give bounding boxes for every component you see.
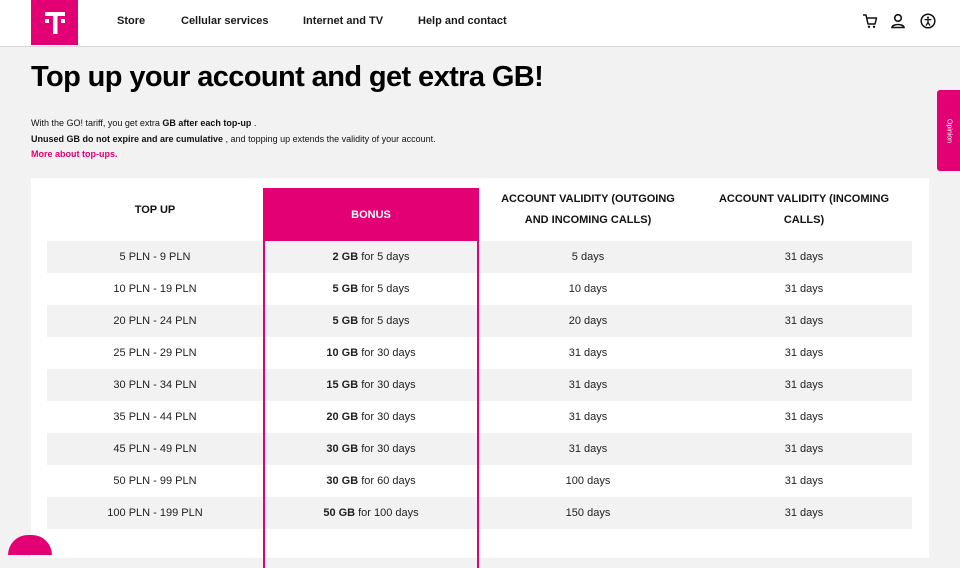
cell-validity-outgoing: 20 days [568, 315, 608, 327]
header-text: CALLS) [783, 214, 825, 226]
cell-validity-outgoing: 31 days [568, 411, 608, 423]
header-top-up: TOP UP [134, 203, 176, 216]
table-row: 5 PLN - 9 PLN 2 GB for 5 days 5 days 31 days [47, 241, 912, 273]
intro-emphasis: GB after each top-up [162, 118, 252, 128]
t-logo-icon [44, 11, 65, 34]
cell-validity-outgoing: 10 days [568, 283, 608, 295]
cell-validity-outgoing: 5 days [571, 251, 605, 263]
cell-validity-incoming: 31 days [784, 443, 824, 455]
cell-top-up: 20 PLN - 24 PLN [113, 315, 197, 327]
accessibility-icon[interactable] [920, 13, 936, 29]
nav-internet-and-tv[interactable]: Internet and TV [303, 15, 383, 27]
intro-emphasis: Unused GB do not expire and are cumulati… [31, 134, 224, 144]
opinion-label: Opinion [945, 118, 952, 143]
cell-top-up: 30 PLN - 34 PLN [113, 379, 197, 391]
cell-top-up: 35 PLN - 44 PLN [113, 411, 197, 423]
table-row: 35 PLN - 44 PLN 20 GB for 30 days 31 days 31… [47, 401, 912, 433]
top-up-table: TOP UP ACCOUNT VALIDITY (OUTGOING AND IN… [31, 178, 929, 568]
cell-validity-incoming: 31 days [784, 507, 824, 519]
cell-validity-incoming: 31 days [784, 283, 824, 295]
cell-top-up: 100 PLN - 199 PLN [107, 507, 203, 519]
bonus-column-highlight [263, 188, 479, 568]
header-text: ACCOUNT VALIDITY (OUTGOING [501, 193, 675, 205]
table-row: 45 PLN - 49 PLN 30 GB for 30 days 31 days 31… [47, 433, 912, 465]
cell-top-up: 10 PLN - 19 PLN [113, 283, 197, 295]
header-text: AND INCOMING CALLS) [524, 214, 652, 226]
cell-validity-incoming: 31 days [784, 347, 824, 359]
cell-validity-outgoing: 31 days [568, 347, 608, 359]
cell-validity-incoming: 31 days [784, 411, 824, 423]
nav-store[interactable]: Store [117, 15, 145, 27]
cell-top-up: 5 PLN - 9 PLN [119, 251, 191, 263]
cell-top-up: 25 PLN - 29 PLN [113, 347, 197, 359]
telekom-logo[interactable] [31, 0, 78, 45]
intro-text: With the GO! tariff, you get extra [31, 118, 163, 128]
cell-validity-outgoing: 100 days [565, 475, 611, 487]
table-row: 100 PLN - 199 PLN 50 GB for 100 days 150 da… [47, 497, 912, 529]
cell-validity-outgoing: 31 days [568, 443, 608, 455]
cell-validity-outgoing: 150 days [565, 507, 611, 519]
intro-text: . [251, 118, 257, 128]
table-row: 10 PLN - 19 PLN 5 GB for 5 days 10 days 31 d… [47, 273, 912, 305]
cell-validity-incoming: 31 days [784, 475, 824, 487]
page-title: Top up your account and get extra GB! [31, 61, 544, 93]
intro-text: , and topping up extends the validity of… [223, 134, 436, 144]
opinion-feedback-tab[interactable]: Opinion [937, 90, 960, 171]
header-validity-incoming: ACCOUNT VALIDITY (INCOMING CALLS) [697, 178, 911, 242]
cart-icon[interactable] [862, 13, 878, 29]
cell-validity-incoming: 31 days [784, 379, 824, 391]
table-row: 50 PLN - 99 PLN 30 GB for 60 days 100 days 3… [47, 465, 912, 497]
cell-top-up: 45 PLN - 49 PLN [113, 443, 197, 455]
header-bonus: BONUS [263, 188, 479, 241]
table-row: 25 PLN - 29 PLN 10 GB for 30 days 31 days 31… [47, 337, 912, 369]
header-text: ACCOUNT VALIDITY (INCOMING [718, 193, 890, 205]
site-header: Store Cellular services Internet and TV … [0, 0, 960, 47]
nav-help-and-contact[interactable]: Help and contact [418, 15, 507, 27]
user-icon[interactable] [890, 13, 906, 29]
cell-validity-outgoing: 31 days [568, 379, 608, 391]
nav-cellular-services[interactable]: Cellular services [181, 15, 268, 27]
table-row: 30 PLN - 34 PLN 15 GB for 30 days 31 days 31… [47, 369, 912, 401]
intro-line-1: With the GO! tariff, you get extra GB af… [31, 118, 256, 128]
cell-top-up: 50 PLN - 99 PLN [113, 475, 197, 487]
intro-line-2: Unused GB do not expire and are cumulati… [31, 134, 436, 144]
table-row: 20 PLN - 24 PLN 5 GB for 5 days 20 days 31 d… [47, 305, 912, 337]
more-about-top-ups-link[interactable]: More about top-ups. [31, 149, 118, 159]
header-validity-outgoing: ACCOUNT VALIDITY (OUTGOING AND INCOMING … [479, 178, 697, 242]
cell-validity-incoming: 31 days [784, 315, 824, 327]
cell-validity-incoming: 31 days [784, 251, 824, 263]
